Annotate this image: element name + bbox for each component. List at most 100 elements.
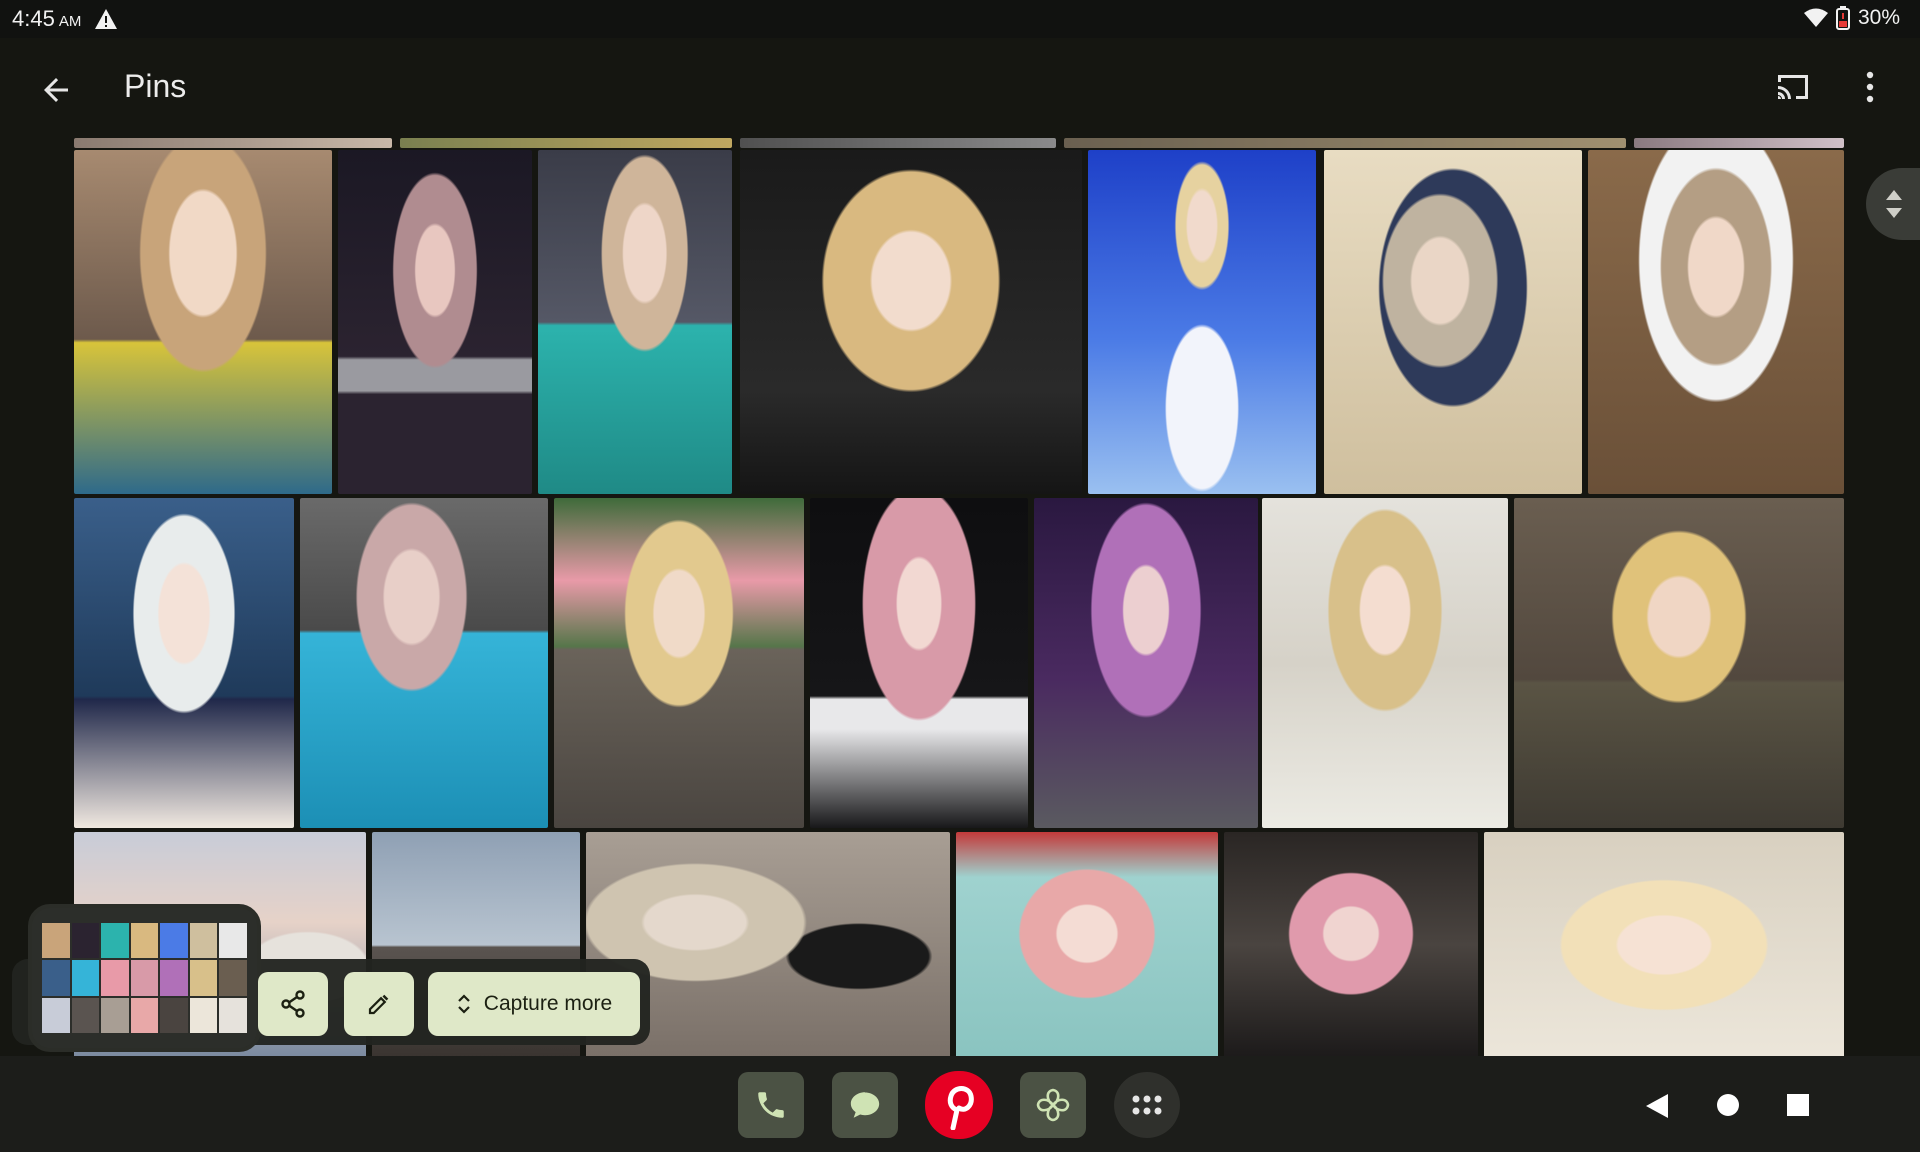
edit-pencil-icon (368, 994, 389, 1015)
thumb-cell (130, 960, 159, 996)
pin-image (74, 138, 392, 148)
share-icon (281, 990, 305, 1018)
fast-scroll-handle[interactable] (1866, 168, 1920, 240)
pin-tile[interactable] (1324, 150, 1582, 494)
expand-icon (458, 994, 470, 1014)
pin-tile[interactable] (1484, 832, 1844, 1056)
thumb-cell (130, 923, 159, 959)
thumb-cell (42, 960, 70, 996)
thumb-cell (42, 997, 70, 1033)
battery-icon (1835, 6, 1850, 30)
pin-image (74, 150, 332, 494)
back-arrow-icon[interactable] (38, 72, 74, 108)
pin-image (74, 498, 294, 828)
share-button[interactable] (258, 972, 328, 1036)
thumb-cell (101, 960, 129, 996)
pin-tile[interactable] (740, 150, 1082, 494)
phone-icon (758, 1092, 784, 1118)
thumb-cell (160, 960, 188, 996)
pin-image (1064, 138, 1626, 148)
nav-home-icon[interactable] (1715, 1092, 1741, 1118)
pin-tile[interactable] (74, 150, 332, 494)
pin-tile[interactable] (956, 832, 1218, 1056)
thumb-cell (160, 997, 188, 1033)
pin-image (1034, 498, 1258, 828)
dock-app-drawer[interactable] (1114, 1072, 1180, 1138)
thumb-cell (71, 997, 100, 1033)
warning-icon (95, 9, 117, 29)
pin-image (1514, 498, 1844, 828)
pin-image (1224, 832, 1478, 1056)
pinterest-icon (947, 1086, 974, 1130)
thumb-cell (219, 923, 247, 959)
thumb-cell (71, 960, 100, 996)
thumb-cell (160, 923, 188, 959)
pin-tile[interactable] (1634, 138, 1844, 148)
screenshot-thumbnail[interactable] (28, 904, 261, 1052)
capture-more-button[interactable]: Capture more (428, 972, 640, 1036)
capture-more-label: Capture more (483, 992, 613, 1015)
pin-tile[interactable] (810, 498, 1028, 828)
pin-tile[interactable] (1224, 832, 1478, 1056)
pin-image (1634, 138, 1844, 148)
dock-pinterest[interactable] (925, 1071, 993, 1139)
nav-recents-icon[interactable] (1786, 1093, 1810, 1117)
thumb-cell (130, 997, 159, 1033)
dock-messages[interactable] (832, 1072, 898, 1138)
status-time: 4:45 AM (12, 6, 81, 32)
thumb-cell (101, 997, 129, 1033)
thumb-cell (101, 923, 129, 959)
pin-tile[interactable] (1514, 498, 1844, 828)
status-right-cluster: 30% (1803, 6, 1900, 30)
pin-tile[interactable] (538, 150, 732, 494)
pin-tile[interactable] (338, 150, 532, 494)
status-time-ampm: AM (58, 13, 82, 30)
screenshot-toolbar: Capture more (12, 904, 650, 1056)
edit-button[interactable] (344, 972, 414, 1036)
nav-back-icon[interactable] (1644, 1092, 1670, 1120)
thumb-cell (189, 923, 218, 959)
pin-image (338, 150, 532, 494)
pin-tile[interactable] (554, 498, 804, 828)
status-time-value: 4:45 (12, 6, 55, 31)
pin-image (1484, 832, 1844, 1056)
page-title: Pins (124, 68, 187, 104)
pin-image (740, 150, 1082, 494)
pin-image (1324, 150, 1582, 494)
pin-image (1088, 150, 1316, 494)
pin-tile[interactable] (400, 138, 732, 148)
pin-tile[interactable] (74, 498, 294, 828)
pin-tile[interactable] (74, 138, 392, 148)
pin-tile[interactable] (740, 138, 1056, 148)
thumb-cell (189, 997, 218, 1033)
pin-tile[interactable] (300, 498, 548, 828)
pin-tile[interactable] (1034, 498, 1258, 828)
pin-tile[interactable] (1064, 138, 1626, 148)
pin-tile[interactable] (1088, 150, 1316, 494)
messages-icon (850, 1092, 880, 1118)
pin-image (300, 498, 548, 828)
cast-icon[interactable] (1775, 72, 1811, 102)
battery-percent: 30% (1857, 6, 1900, 29)
dock-pinwheel[interactable] (1020, 1072, 1086, 1138)
app-bar: Pins (0, 38, 1920, 134)
pin-image (956, 832, 1218, 1056)
scroll-handle-icon (1886, 190, 1902, 218)
pin-image (1588, 150, 1844, 494)
pin-image (740, 138, 1056, 148)
navigation-bar (0, 1056, 1920, 1152)
app-drawer-icon (1132, 1095, 1162, 1115)
pin-tile[interactable] (1262, 498, 1508, 828)
pin-image (538, 150, 732, 494)
dock-phone[interactable] (738, 1072, 804, 1138)
screenshot-thumbnail-preview (42, 923, 247, 1033)
thumb-cell (189, 960, 218, 996)
thumb-cell (219, 997, 247, 1033)
pin-image (1262, 498, 1508, 828)
more-vert-icon[interactable] (1864, 70, 1876, 104)
pin-image (810, 498, 1028, 828)
pinwheel-icon (1036, 1088, 1070, 1122)
thumb-cell (71, 923, 100, 959)
pin-tile[interactable] (1588, 150, 1844, 494)
thumb-cell (219, 960, 247, 996)
